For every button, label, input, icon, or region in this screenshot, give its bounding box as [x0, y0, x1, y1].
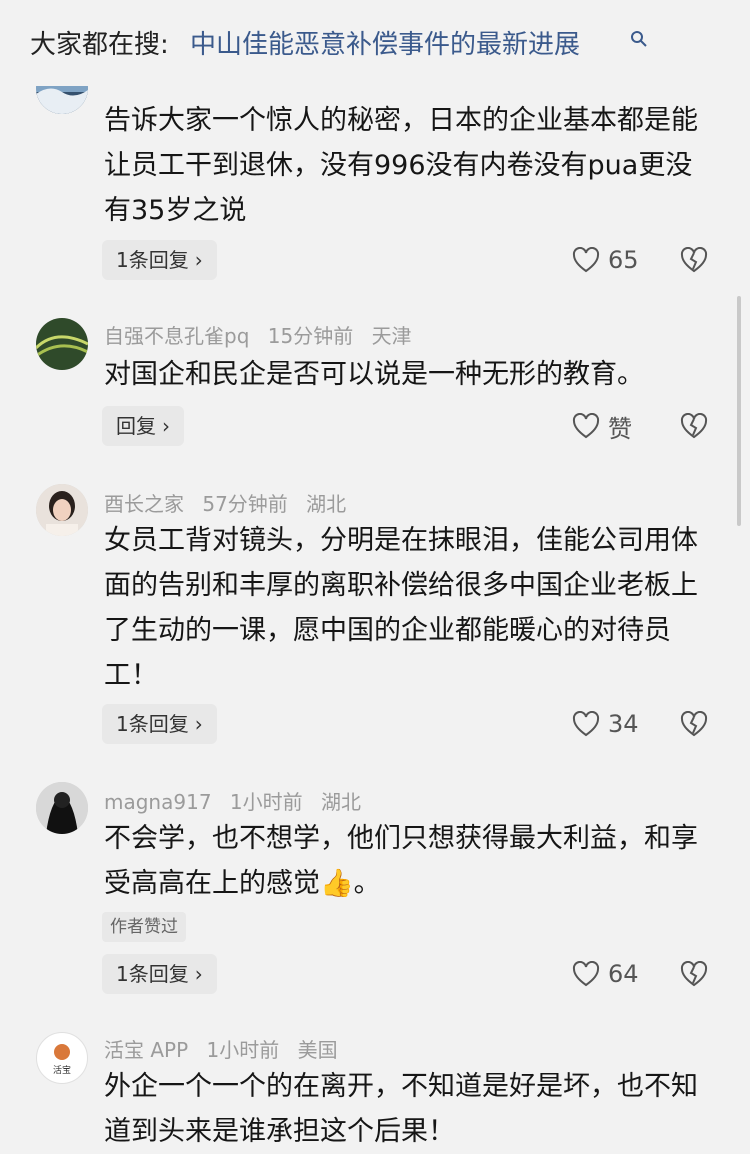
reply-label: 1条回复: [116, 962, 189, 986]
search-suggestion-bar[interactable]: 大家都在搜: 中山佳能恶意补偿事件的最新进展: [0, 0, 750, 86]
search-icon[interactable]: [630, 30, 648, 48]
chevron-right-icon: ›: [194, 962, 203, 986]
avatar[interactable]: [36, 484, 88, 536]
timestamp: 1小时前: [206, 1038, 280, 1062]
avatar-label: 活宝: [53, 1064, 71, 1076]
username[interactable]: magna917: [104, 790, 212, 814]
timestamp: 57分钟前: [202, 492, 288, 516]
reply-label: 1条回复: [116, 248, 189, 272]
like-count: 34: [608, 710, 639, 738]
chevron-right-icon: ›: [194, 712, 203, 736]
reply-button[interactable]: 1条回复 ›: [102, 240, 217, 280]
search-query-link[interactable]: 中山佳能恶意补偿事件的最新进展: [190, 24, 580, 61]
username[interactable]: 酉长之家: [104, 492, 184, 516]
location: 湖北: [306, 492, 347, 516]
comment-meta: magna917 1小时前 湖北: [104, 786, 373, 815]
comment-text: 对国企和民企是否可以说是一种无形的教育。: [104, 359, 644, 390]
heart-icon: [572, 413, 600, 439]
comment-text: 告诉大家一个惊人的秘密，日本的企业基本都是能让员工干到退休，没有996没有内卷没…: [104, 105, 698, 226]
like-count: 赞: [608, 414, 632, 443]
author-liked-badge: 作者赞过: [102, 912, 186, 942]
like-button[interactable]: 34: [572, 704, 639, 744]
comment-meta: 自强不息孔雀pq 15分钟前 天津: [104, 320, 424, 349]
username[interactable]: 活宝 APP: [104, 1038, 188, 1062]
comment-meta: 活宝 APP 1小时前 美国: [104, 1034, 350, 1063]
like-button[interactable]: 64: [572, 954, 639, 994]
scrollbar[interactable]: [737, 296, 741, 526]
comment-text: 不会学，也不想学，他们只想获得最大利益，和享受高高在上的感觉👍。: [104, 823, 698, 899]
location: 天津: [371, 324, 412, 348]
timestamp: 15分钟前: [267, 324, 354, 348]
like-button[interactable]: 赞: [572, 406, 632, 446]
avatar[interactable]: [36, 318, 88, 370]
avatar[interactable]: 活宝: [36, 1032, 88, 1084]
heart-icon: [572, 711, 600, 737]
reply-button[interactable]: 回复 ›: [102, 406, 184, 446]
chevron-right-icon: ›: [194, 248, 203, 272]
reply-button[interactable]: 1条回复 ›: [102, 954, 217, 994]
location: 湖北: [321, 790, 361, 814]
like-count: 65: [608, 246, 639, 274]
chevron-right-icon: ›: [162, 414, 170, 438]
broken-heart-icon[interactable]: [680, 413, 708, 439]
reply-label: 回复: [116, 414, 156, 438]
location: 美国: [297, 1038, 338, 1062]
like-count: 64: [608, 960, 639, 988]
like-button[interactable]: 65: [572, 240, 639, 280]
reply-label: 1条回复: [116, 712, 189, 736]
avatar[interactable]: [36, 782, 88, 834]
broken-heart-icon[interactable]: [680, 247, 708, 273]
reply-button[interactable]: 1条回复 ›: [102, 704, 217, 744]
heart-icon: [572, 961, 600, 987]
comment-text: 外企一个一个的在离开，不知道是好是坏，也不知道到头来是谁承担这个后果！: [104, 1071, 698, 1147]
heart-icon: [572, 247, 600, 273]
comment-meta: 酉长之家 57分钟前 湖北: [104, 488, 358, 517]
timestamp: 1小时前: [229, 790, 303, 814]
broken-heart-icon[interactable]: [680, 711, 708, 737]
search-prefix: 大家都在搜:: [30, 30, 169, 60]
comment-text: 女员工背对镜头，分明是在抹眼泪，佳能公司用体面的告别和丰厚的离职补偿给很多中国企…: [104, 525, 698, 691]
broken-heart-icon[interactable]: [680, 961, 708, 987]
username[interactable]: 自强不息孔雀pq: [104, 324, 249, 348]
